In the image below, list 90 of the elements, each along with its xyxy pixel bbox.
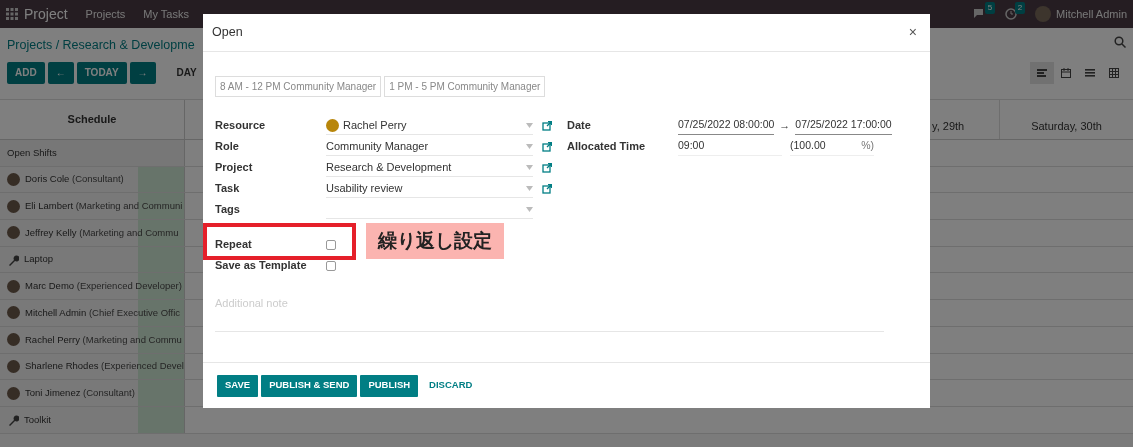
field-label: Role bbox=[215, 139, 240, 155]
caret-icon[interactable] bbox=[526, 206, 533, 212]
row-label: Marc Demo (Experienced Developer) bbox=[25, 279, 182, 294]
avatar-icon bbox=[7, 386, 20, 400]
avatar-icon bbox=[7, 226, 20, 240]
clock-icon[interactable] bbox=[1005, 8, 1018, 20]
field-label: Project bbox=[215, 160, 254, 176]
input-field[interactable]: Community Manager bbox=[326, 137, 533, 156]
input-field[interactable]: Usability review bbox=[326, 179, 533, 198]
pivot-table-icon bbox=[1108, 66, 1120, 79]
wrench-icon bbox=[7, 253, 19, 266]
toolbar-button[interactable]: ← bbox=[47, 61, 74, 84]
wrench-icon bbox=[7, 413, 19, 426]
caret-icon[interactable] bbox=[526, 143, 533, 149]
field-value: Community Manager bbox=[326, 138, 429, 154]
avatar-icon bbox=[7, 306, 20, 320]
checkbox[interactable] bbox=[326, 260, 336, 271]
avatar-icon bbox=[7, 279, 20, 293]
field-value: 09:00 bbox=[678, 138, 705, 154]
row-label: Laptop bbox=[24, 252, 54, 267]
row-label: Eli Lambert (Marketing and Communi bbox=[25, 199, 183, 214]
input-field[interactable]: Research & Development bbox=[326, 158, 533, 177]
caret-icon[interactable] bbox=[526, 122, 533, 128]
action-button[interactable]: PUBLISH & SEND bbox=[261, 374, 358, 397]
apps-menu-icon[interactable] bbox=[6, 8, 18, 20]
row-label: Sharlene Rhodes (Experienced Devel bbox=[25, 359, 184, 374]
avatar-icon bbox=[7, 173, 20, 187]
field-label: Resource bbox=[215, 118, 267, 134]
column-header: Schedule bbox=[0, 100, 185, 139]
field-label: Tags bbox=[215, 202, 241, 218]
input-field[interactable]: (100.00 %) bbox=[790, 137, 874, 156]
action-button[interactable]: SAVE bbox=[217, 374, 259, 397]
field-value: (100.00 bbox=[790, 138, 826, 154]
avatar-icon bbox=[7, 199, 20, 213]
input-field[interactable]: 09:00 bbox=[678, 137, 782, 156]
row-label: Mitchell Admin (Chief Executive Offic bbox=[25, 305, 181, 320]
menu-item[interactable]: My Tasks bbox=[143, 5, 189, 23]
toolbar-button[interactable]: TODAY bbox=[76, 61, 127, 84]
field-label: Date bbox=[567, 118, 592, 134]
external-link-icon[interactable] bbox=[542, 141, 552, 152]
breadcrumb[interactable]: Projects / Research & Developme bbox=[7, 36, 195, 55]
row-label: Doris Cole (Consultant) bbox=[25, 172, 124, 187]
avatar-icon bbox=[7, 333, 20, 347]
list-icon bbox=[1084, 66, 1096, 79]
date-field[interactable]: 07/25/2022 08:00:00 bbox=[678, 116, 775, 135]
template-button[interactable]: 8 AM - 12 PM Community Manager bbox=[215, 76, 382, 97]
row-label: Jeffrey Kelly (Marketing and Commu bbox=[25, 225, 179, 240]
field-value: Rachel Perry bbox=[343, 117, 407, 133]
count-badge: 5 bbox=[984, 2, 996, 14]
discard-button[interactable]: DISCARD bbox=[421, 378, 481, 393]
caret-icon[interactable] bbox=[526, 185, 533, 191]
row-label: Toni Jimenez (Consultant) bbox=[25, 385, 135, 400]
annotation-label: 繰り返し設定 bbox=[366, 223, 504, 259]
menu-item[interactable]: Projects bbox=[85, 5, 126, 23]
field-value: Usability review bbox=[326, 180, 403, 196]
close-button[interactable]: × bbox=[904, 22, 921, 43]
template-button[interactable]: 1 PM - 5 PM Community Manager bbox=[384, 76, 546, 97]
search-icon[interactable] bbox=[1114, 36, 1126, 48]
column-header: Saturday, 30th bbox=[1031, 118, 1102, 134]
column-header: y, 29th bbox=[932, 118, 965, 134]
row-label: Open Shifts bbox=[7, 145, 57, 160]
dialog-title: Open bbox=[212, 24, 243, 42]
arrow-text: → bbox=[779, 118, 791, 134]
gantt-icon bbox=[1036, 66, 1048, 79]
unit-label: %) bbox=[861, 138, 874, 154]
scale-button[interactable]: DAY bbox=[170, 64, 203, 82]
avatar-icon bbox=[7, 359, 20, 373]
input-field[interactable]: Rachel Perry bbox=[326, 116, 533, 135]
user-name[interactable]: Mitchell Admin bbox=[1056, 5, 1127, 23]
app-name: Project bbox=[24, 4, 68, 24]
external-link-icon[interactable] bbox=[542, 120, 552, 131]
calendar-icon bbox=[1060, 66, 1072, 79]
avatar-icon bbox=[326, 118, 339, 132]
checkbox[interactable] bbox=[326, 239, 336, 250]
field-label: Task bbox=[215, 181, 241, 197]
row-label: Toolkit bbox=[24, 412, 51, 427]
row-label: Rachel Perry (Marketing and Commu bbox=[25, 332, 182, 347]
field-label: Save as Template bbox=[215, 258, 308, 274]
toolbar-button[interactable]: → bbox=[129, 61, 156, 84]
external-link-icon[interactable] bbox=[542, 183, 552, 194]
date-field[interactable]: 07/25/2022 17:00:00 bbox=[795, 116, 892, 135]
external-link-icon[interactable] bbox=[542, 162, 552, 173]
view-button[interactable] bbox=[1030, 61, 1054, 84]
field-label: Allocated Time bbox=[567, 139, 647, 155]
caret-icon[interactable] bbox=[526, 164, 533, 170]
action-button[interactable]: PUBLISH bbox=[360, 374, 419, 397]
field-value: Research & Development bbox=[326, 159, 452, 175]
field-label: Repeat bbox=[215, 237, 253, 253]
count-badge: 2 bbox=[1014, 2, 1026, 14]
toolbar-button[interactable]: ADD bbox=[7, 61, 45, 84]
